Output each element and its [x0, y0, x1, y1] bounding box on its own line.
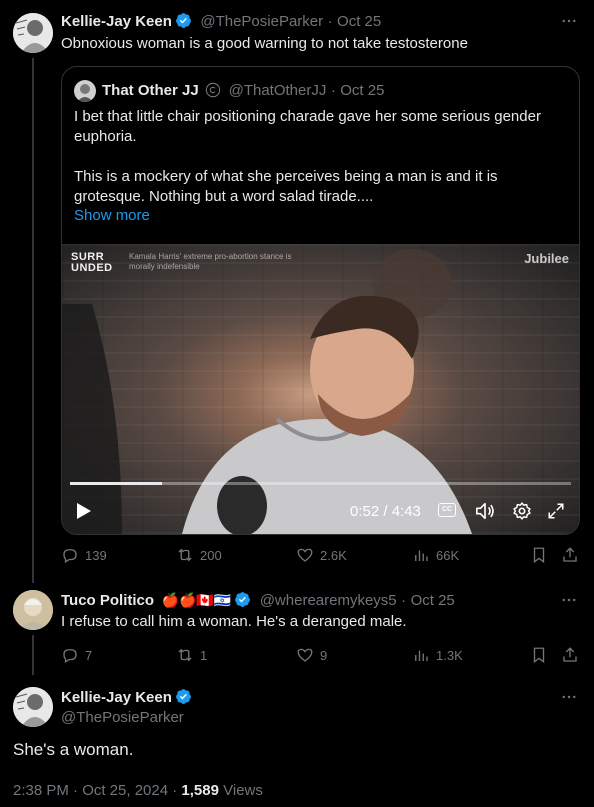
views-button[interactable]: 66K — [412, 546, 459, 564]
reply-count: 139 — [85, 547, 107, 563]
views-button[interactable]: 1.3K — [412, 646, 463, 664]
repost-button[interactable]: 1 — [176, 646, 207, 664]
tweet-text: I refuse to call him a woman. He's a der… — [61, 613, 407, 630]
views-count: 66K — [436, 547, 460, 563]
tweet-text: She's a woman. — [13, 740, 134, 759]
separator-dot: · — [327, 13, 333, 30]
progress-fill — [70, 482, 163, 485]
more-icon[interactable] — [560, 12, 578, 35]
repost-button[interactable]: 200 — [176, 546, 222, 564]
repost-count: 200 — [200, 547, 222, 563]
like-icon — [297, 548, 313, 562]
share-button[interactable] — [561, 546, 579, 564]
fullscreen-icon[interactable] — [547, 502, 565, 520]
quote-text-2: This is a mockery of what she perceives … — [74, 168, 498, 205]
separator-dot: · — [401, 592, 407, 609]
avatar[interactable] — [13, 590, 53, 630]
tweet-text: Obnoxious woman is a good warning to not… — [61, 35, 468, 52]
show-more-link[interactable]: Show more — [74, 207, 150, 224]
share-button[interactable] — [561, 646, 579, 664]
views-count: 1.3K — [436, 647, 463, 663]
volume-icon[interactable] — [474, 501, 496, 521]
more-icon[interactable] — [560, 591, 578, 614]
quote-author-name[interactable]: That Other JJ — [102, 82, 199, 99]
separator-dot: · — [330, 82, 336, 99]
reply-icon — [63, 549, 77, 563]
reply-button[interactable]: 139 — [61, 546, 107, 564]
like-count: 2.6K — [320, 547, 347, 563]
video-player[interactable]: SURR UNDED Kamala Harris' extreme pro-ab… — [62, 244, 579, 534]
tweet-date[interactable]: Oct 25 — [411, 592, 455, 609]
author-handle[interactable]: @wherearemykeys5 — [260, 592, 397, 609]
quote-author-handle[interactable]: @ThatOtherJJ — [229, 82, 327, 99]
play-icon[interactable] — [76, 502, 92, 520]
verified-badge-icon[interactable] — [175, 688, 192, 705]
video-caption: Kamala Harris' extreme pro-abortion stan… — [129, 252, 292, 271]
thread-line — [32, 58, 34, 583]
more-icon[interactable] — [560, 688, 578, 711]
captions-icon[interactable]: CC — [438, 503, 456, 517]
bookmark-button[interactable] — [530, 546, 548, 564]
like-icon — [297, 648, 313, 662]
quote-text-1: I bet that little chair positioning char… — [74, 108, 541, 145]
like-count: 9 — [320, 647, 328, 663]
reply-icon — [63, 649, 77, 663]
video-frame — [62, 249, 472, 534]
quote-avatar[interactable] — [74, 80, 96, 102]
avatar-image — [13, 687, 53, 727]
author-handle[interactable]: @ThePosieParker — [61, 709, 184, 726]
reply-count: 7 — [85, 647, 93, 663]
views-count: 1,589 — [181, 782, 219, 799]
avatar[interactable] — [13, 687, 53, 727]
views-icon — [415, 650, 428, 661]
tweet-date[interactable]: Oct 25 — [337, 13, 381, 30]
bookmark-button[interactable] — [530, 646, 548, 664]
bookmark-icon — [533, 647, 545, 664]
name-emojis: 🍎🍎🇨🇦🇮🇱 — [161, 592, 232, 608]
repost-icon — [178, 548, 192, 562]
repost-icon — [178, 648, 192, 662]
avatar[interactable] — [13, 13, 53, 53]
author-name[interactable]: Kellie-Jay Keen — [61, 689, 172, 706]
views-label: Views — [218, 782, 263, 799]
views-icon — [415, 550, 428, 561]
watermark: Jubilee — [524, 251, 569, 266]
video-time: 0:52 / 4:43 — [350, 503, 421, 520]
quote-date[interactable]: Oct 25 — [340, 82, 384, 99]
like-button[interactable]: 9 — [296, 646, 327, 664]
thread-line — [32, 635, 34, 675]
author-handle[interactable]: @ThePosieParker — [200, 13, 323, 30]
tweet-timestamp[interactable]: 2:38 PM · Oct 25, 2024 · — [13, 782, 181, 799]
avatar-image — [13, 13, 53, 53]
progress-track[interactable] — [70, 482, 571, 485]
share-icon — [563, 547, 577, 562]
reply-button[interactable]: 7 — [61, 646, 92, 664]
quoted-tweet[interactable]: That Other JJ @ThatOtherJJ · Oct 25 I be… — [61, 66, 580, 535]
settings-icon[interactable] — [512, 501, 532, 521]
repost-count: 1 — [200, 647, 208, 663]
like-button[interactable]: 2.6K — [296, 546, 347, 564]
share-icon — [563, 647, 577, 662]
author-name[interactable]: Kellie-Jay Keen — [61, 13, 172, 30]
author-name[interactable]: Tuco Politico — [61, 592, 154, 609]
copyright-icon — [205, 82, 221, 98]
avatar-image — [13, 590, 53, 630]
verified-badge-icon[interactable] — [175, 12, 192, 29]
bookmark-icon — [533, 547, 545, 564]
brand-logo-line-2: UNDED — [71, 262, 113, 274]
verified-badge-icon[interactable] — [234, 591, 251, 608]
